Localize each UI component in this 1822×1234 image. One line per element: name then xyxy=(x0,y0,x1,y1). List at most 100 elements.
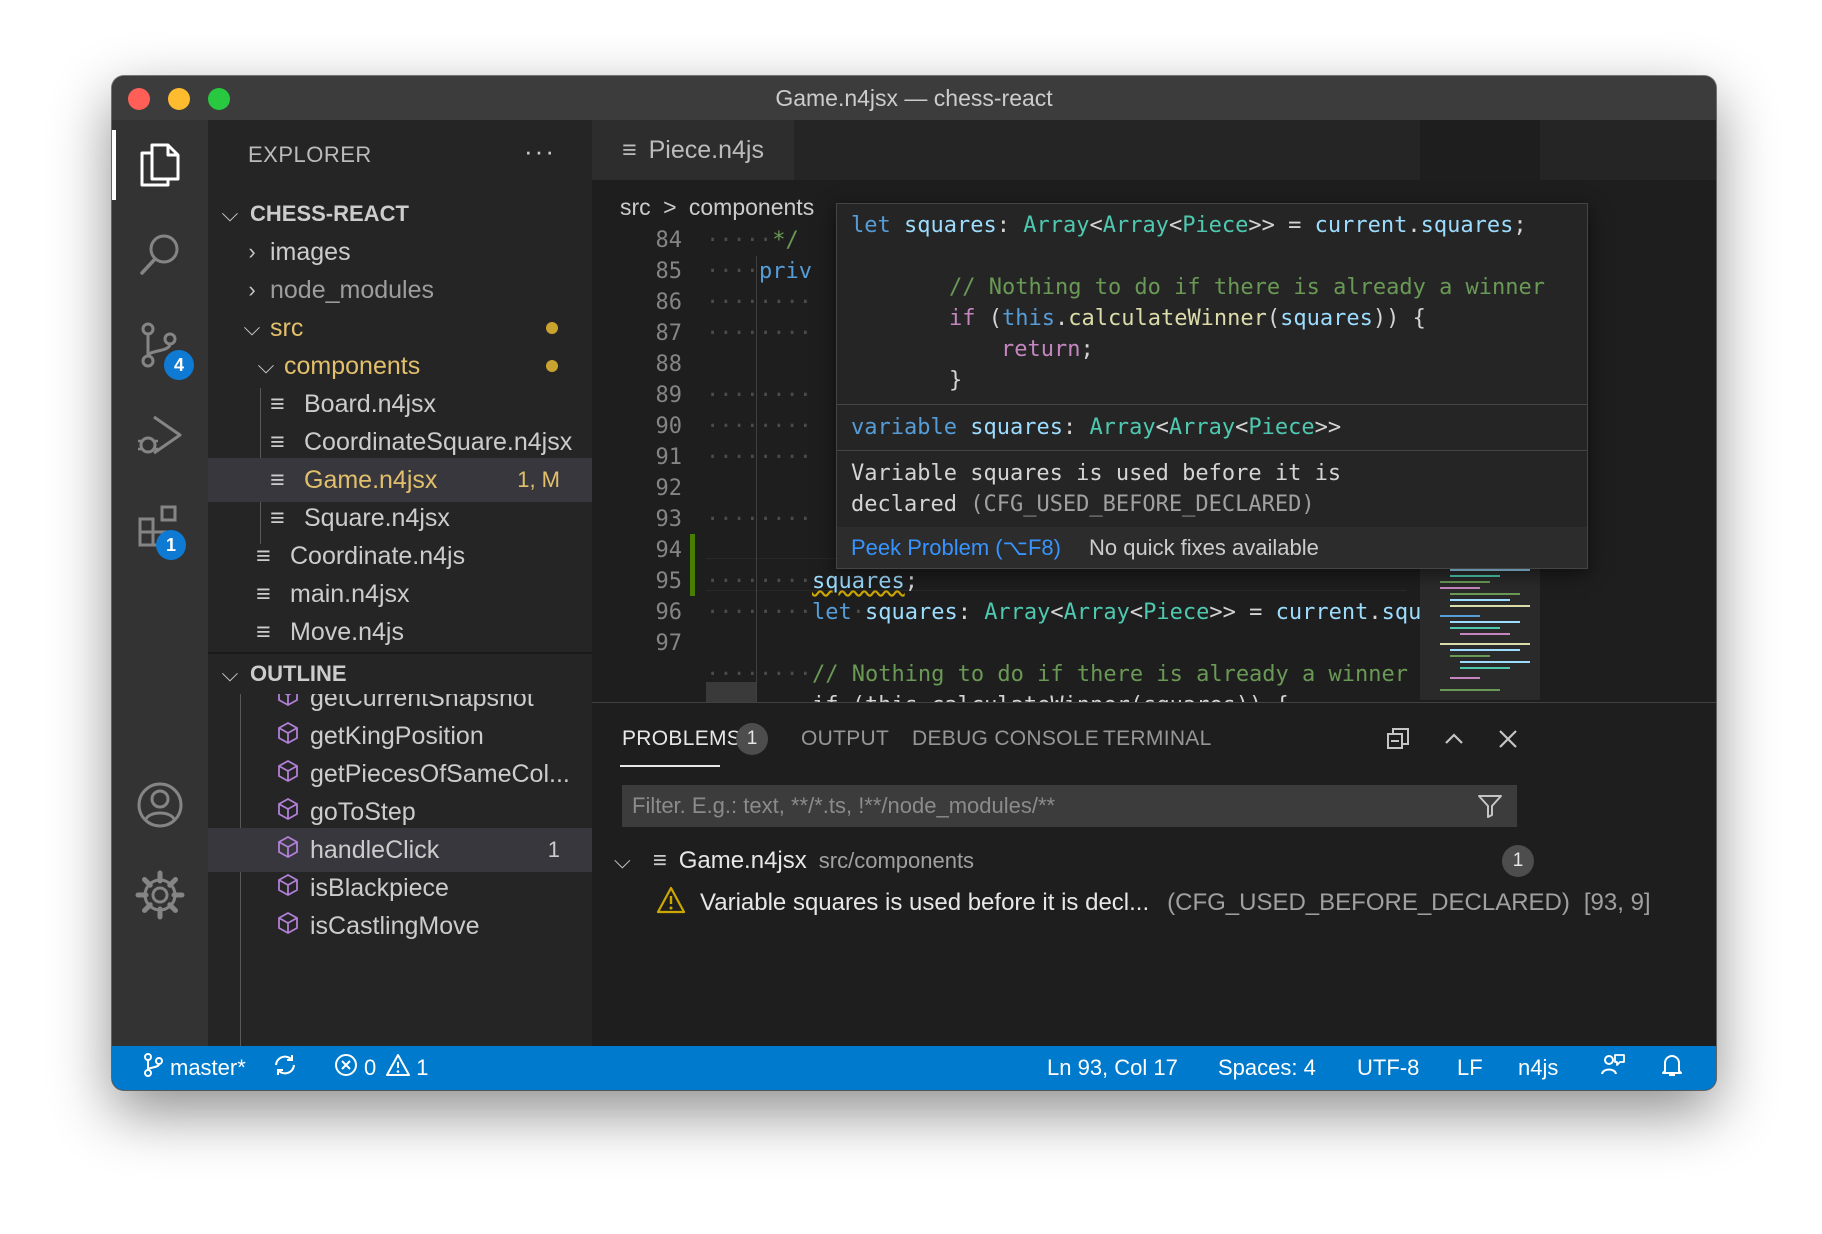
git-change-marker xyxy=(690,534,695,596)
hover-message: declared (CFG_USED_BEFORE_DECLARED) xyxy=(851,492,1315,517)
hover-code-line: if (this.calculateWinner(squares)) { xyxy=(949,306,1426,331)
close-window-button[interactable] xyxy=(128,88,150,110)
maximize-panel-icon[interactable] xyxy=(1438,723,1470,755)
tab-output[interactable]: OUTPUT xyxy=(801,727,889,751)
search-activity[interactable] xyxy=(112,210,208,300)
breadcrumb-separator: > xyxy=(663,194,677,220)
breadcrumb-src[interactable]: src xyxy=(620,194,651,220)
chevron-down-icon: ⌵ xyxy=(221,201,239,226)
code-line-94[interactable]: ········let·squares: Array<Array<Piece>>… xyxy=(706,597,1461,628)
line-number: 87 xyxy=(655,321,683,346)
outline-section-header[interactable]: ⌵ OUTLINE xyxy=(208,654,592,694)
feedback-icon xyxy=(1600,1052,1626,1084)
collapse-all-icon[interactable] xyxy=(1382,723,1414,755)
code-line[interactable]: ········ xyxy=(706,442,812,473)
more-actions-button[interactable]: ··· xyxy=(524,136,556,167)
method-cube-icon xyxy=(276,759,300,790)
explorer-activity[interactable] xyxy=(112,120,208,210)
tab-terminal[interactable]: TERMINAL xyxy=(1103,727,1212,751)
problem-row[interactable]: Variable squares is used before it is de… xyxy=(592,883,1716,923)
accounts-activity[interactable] xyxy=(112,760,208,850)
indentation-setting[interactable]: Spaces: 4 xyxy=(1218,1046,1316,1090)
settings-activity[interactable] xyxy=(112,850,208,940)
status-bar: master* 0 1 Ln 93, Col 17 Spaces: 4 UTF-… xyxy=(112,1046,1716,1090)
problems-indicator[interactable]: 0 1 xyxy=(334,1046,429,1090)
hover-divider xyxy=(837,450,1587,451)
encoding-setting[interactable]: UTF-8 xyxy=(1357,1046,1419,1090)
zoom-window-button[interactable] xyxy=(208,88,230,110)
problems-count-badge: 1 xyxy=(736,723,768,755)
code-line[interactable]: ····priv xyxy=(706,256,812,287)
code-line[interactable]: ········ xyxy=(706,411,812,442)
git-branch-icon xyxy=(142,1052,164,1084)
code-line-97[interactable]: ········if (this.calculateWinner(squares… xyxy=(706,690,1289,702)
modified-dot xyxy=(546,322,558,334)
language-mode[interactable]: n4js xyxy=(1518,1046,1558,1090)
account-icon xyxy=(137,782,183,828)
file-lines-icon: ≡ xyxy=(652,847,667,874)
explorer-heading: EXPLORER xyxy=(248,142,372,167)
files-icon xyxy=(140,143,180,187)
warning-icon xyxy=(656,886,686,921)
run-debug-activity[interactable] xyxy=(112,390,208,480)
hover-message: Variable squares is used before it is xyxy=(851,461,1342,486)
source-control-activity[interactable]: 4 xyxy=(112,300,208,390)
feedback-button[interactable] xyxy=(1600,1046,1626,1090)
method-cube-icon xyxy=(276,835,300,866)
chevron-right-icon: › xyxy=(248,277,256,302)
file-lines-icon: ≡ xyxy=(270,503,285,532)
file-lines-icon: ≡ xyxy=(256,579,271,608)
code-line[interactable]: ········ xyxy=(706,287,812,318)
peek-problem-link[interactable]: Peek Problem (⌥F8) xyxy=(851,535,1061,561)
tab-problems[interactable]: PROBLEMS xyxy=(622,727,741,751)
sync-button[interactable] xyxy=(272,1046,298,1090)
notifications-button[interactable] xyxy=(1660,1046,1684,1090)
hover-divider xyxy=(837,404,1587,405)
window-title: Game.n4jsx — chess-react xyxy=(775,84,1053,111)
extensions-activity[interactable]: 1 xyxy=(112,480,208,570)
breadcrumb-components[interactable]: components xyxy=(689,194,814,220)
eol-setting[interactable]: LF xyxy=(1457,1046,1483,1090)
tab-debug-console[interactable]: DEBUG CONSOLE xyxy=(912,727,1099,751)
title-bar: Game.n4jsx — chess-react xyxy=(112,76,1716,120)
close-panel-icon[interactable] xyxy=(1492,723,1524,755)
tab-piece[interactable]: ≡ Piece.n4js xyxy=(592,120,794,180)
method-cube-icon xyxy=(276,721,300,752)
no-quick-fixes-text: No quick fixes available xyxy=(1088,534,1319,560)
hover-code-line: // Nothing to do if there is already a w… xyxy=(949,275,1546,300)
filter-icon[interactable] xyxy=(1477,793,1503,825)
line-number xyxy=(592,659,682,690)
code-line[interactable]: ········ xyxy=(706,318,812,349)
outline-item[interactable]: isCastlingMove xyxy=(208,904,592,948)
code-line-96[interactable]: ········// Nothing to do if there is alr… xyxy=(706,659,1408,690)
line-number: 91 xyxy=(655,445,683,470)
tree-file-move[interactable]: ≡ Move.n4js xyxy=(208,610,592,654)
code-line[interactable]: ········ xyxy=(706,504,812,535)
warning-icon xyxy=(386,1053,411,1083)
line-number: 85 xyxy=(655,259,683,284)
file-lines-icon: ≡ xyxy=(270,427,285,456)
line-number: 97 xyxy=(655,631,683,656)
code-line[interactable]: ········ xyxy=(706,380,812,411)
bottom-panel: PROBLEMS 1 OUTPUT DEBUG CONSOLE TERMINAL… xyxy=(592,702,1716,1047)
hover-code-line: return; xyxy=(1001,337,1094,362)
sync-icon xyxy=(272,1052,298,1084)
line-number: 93 xyxy=(655,507,683,532)
code-line[interactable]: ·····*/ xyxy=(706,225,799,256)
bell-icon xyxy=(1660,1052,1684,1084)
minimize-window-button[interactable] xyxy=(168,88,190,110)
active-tab-indicator xyxy=(620,765,720,767)
cursor-position[interactable]: Ln 93, Col 17 xyxy=(1047,1046,1178,1090)
chevron-down-icon: ⌵ xyxy=(257,353,275,378)
code-line-93[interactable]: ········squares; xyxy=(706,566,918,597)
problem-count: 1 xyxy=(547,837,560,862)
line-number: 89 xyxy=(655,383,683,408)
hover-widget: let squares: Array<Array<Piece>> = curre… xyxy=(836,203,1588,569)
problems-file-row[interactable]: ⌵ ≡ Game.n4jsx src/components 1 xyxy=(592,843,1716,879)
file-lines-icon: ≡ xyxy=(256,541,271,570)
branch-indicator[interactable]: master* xyxy=(142,1046,246,1090)
problems-filter-input[interactable]: Filter. E.g.: text, **/*.ts, !**/node_mo… xyxy=(622,785,1517,827)
squares-warning-squiggle[interactable]: squares xyxy=(812,569,905,594)
error-icon xyxy=(334,1053,358,1083)
explorer-sidebar: EXPLORER ··· ⌵ CHESS-REACT › images › no… xyxy=(208,120,592,1046)
